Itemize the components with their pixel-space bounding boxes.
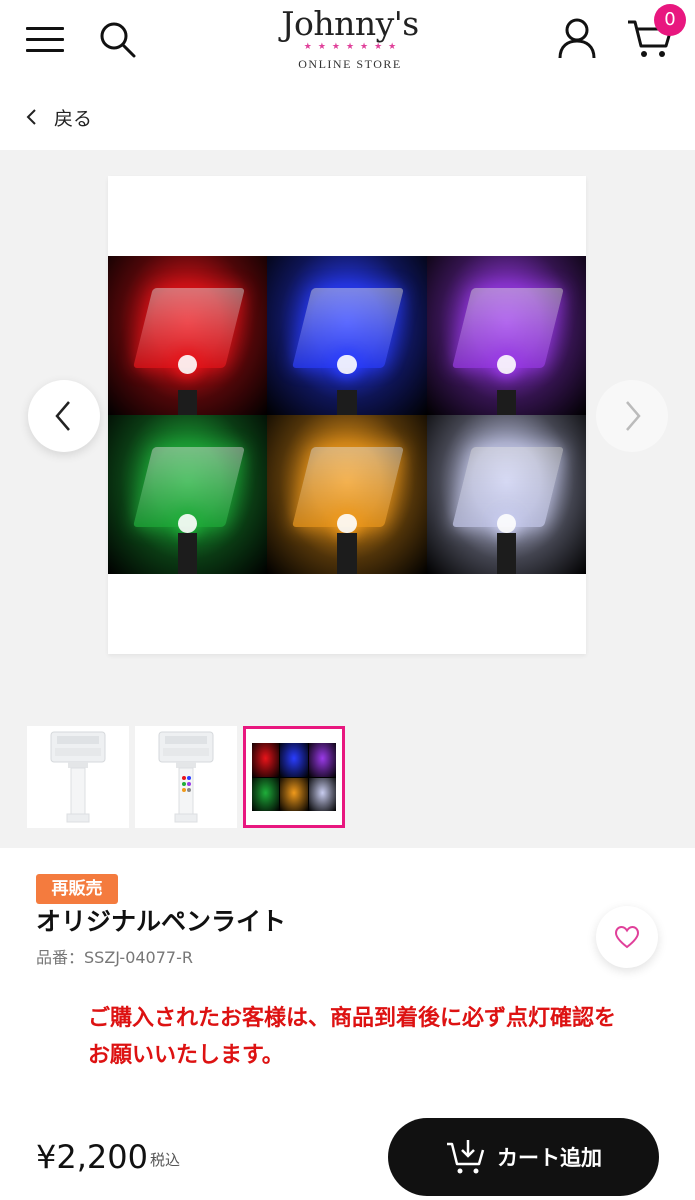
penlight-orange	[267, 415, 427, 574]
penlight-led	[178, 354, 198, 374]
back-link[interactable]: 戻る	[24, 98, 92, 136]
product-price: ¥2,200	[36, 1138, 148, 1176]
thumbnail-2[interactable]	[135, 726, 237, 828]
penlight-color-grid-thumb	[252, 743, 336, 811]
mini-red	[252, 743, 280, 777]
add-to-cart-label: カート追加	[497, 1146, 602, 1170]
store-logo[interactable]: Johnny's ★★★★★★★ ONLINE STORE	[270, 4, 430, 76]
mini-green	[252, 777, 280, 811]
penlight-led	[496, 513, 516, 533]
penlight-led	[337, 354, 357, 374]
penlight-handle	[496, 532, 516, 574]
logo-wordmark: Johnny's	[281, 4, 419, 43]
cart-count-badge: 0	[654, 4, 686, 36]
logo-stars: ★★★★★★★	[303, 42, 403, 52]
penlight-red	[108, 256, 268, 415]
search-icon[interactable]	[98, 20, 138, 60]
chevron-right-icon	[626, 401, 641, 431]
favorite-button[interactable]	[596, 906, 658, 968]
product-title: オリジナルペンライト	[36, 907, 287, 936]
resale-badge: 再販売	[36, 874, 118, 904]
penlight-handle	[337, 389, 357, 415]
next-image-button[interactable]	[596, 380, 668, 452]
lighting-check-notice: ご購入されたお客様は、商品到着後に必ず点灯確認をお願いいたします。	[88, 1006, 617, 1068]
chevron-left-icon	[55, 401, 70, 431]
main-product-image[interactable]	[108, 176, 586, 654]
mini-white	[308, 777, 336, 811]
thumbnail-3[interactable]	[243, 726, 345, 828]
header: Johnny's ★★★★★★★ ONLINE STORE 0	[0, 0, 695, 78]
tax-label: 税込	[150, 1151, 181, 1169]
add-to-cart-button[interactable]: カート追加	[388, 1118, 659, 1196]
penlight-handle	[496, 389, 516, 415]
penlight-front-image	[50, 731, 106, 823]
penlight-handle	[178, 389, 198, 415]
penlight-handle	[337, 532, 357, 574]
penlight-led	[496, 354, 516, 374]
penlight-led	[337, 513, 357, 533]
penlight-color-grid	[108, 256, 586, 574]
penlight-led	[178, 513, 198, 533]
penlight-white	[426, 415, 586, 574]
user-icon[interactable]	[556, 16, 598, 60]
product-sku: 品番：SSZJ-04077-R	[36, 948, 193, 967]
penlight-remote-image	[158, 731, 214, 823]
cart-download-icon	[447, 1140, 485, 1174]
thumbnail-1[interactable]	[27, 726, 129, 828]
penlight-blue	[267, 256, 427, 415]
logo-subtitle: ONLINE STORE	[298, 57, 402, 71]
penlight-handle	[178, 532, 198, 574]
penlight-purple	[426, 256, 586, 415]
mini-orange	[280, 777, 308, 811]
heart-icon	[614, 925, 640, 949]
penlight-green	[108, 415, 268, 574]
prev-image-button[interactable]	[28, 380, 100, 452]
back-label: 戻る	[54, 107, 93, 130]
mini-blue	[280, 743, 308, 777]
product-gallery	[0, 150, 695, 848]
menu-icon[interactable]	[26, 25, 64, 53]
mini-purple	[308, 743, 336, 777]
chevron-left-icon	[26, 109, 36, 125]
